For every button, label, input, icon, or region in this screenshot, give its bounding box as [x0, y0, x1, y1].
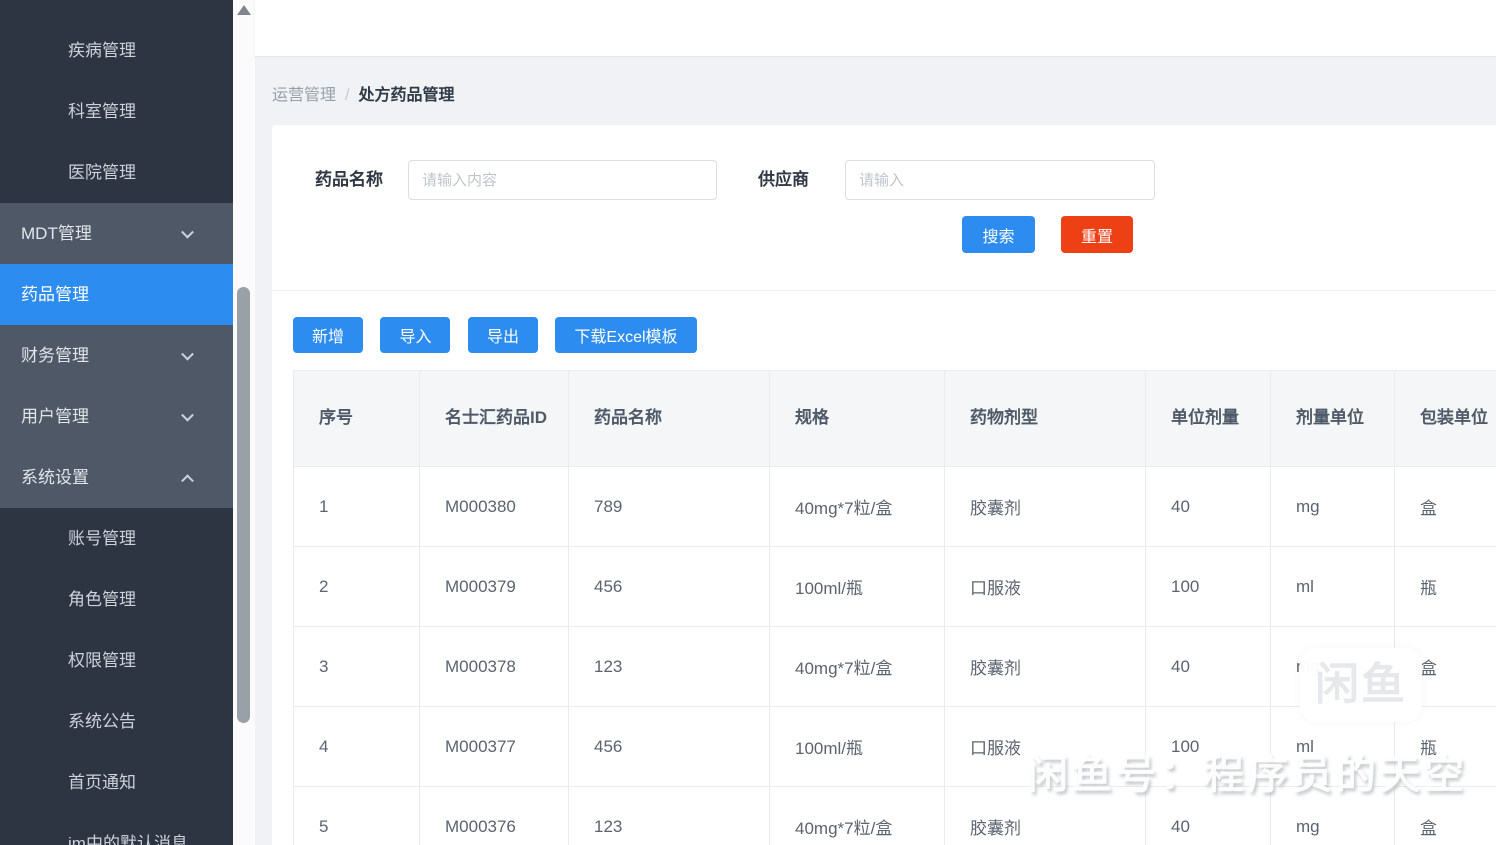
watermark-text: 闲鱼号：程序员的天空: [1028, 742, 1468, 800]
sidebar-item[interactable]: 系统设置: [0, 447, 233, 508]
breadcrumb: 运营管理 / 处方药品管理: [272, 81, 454, 105]
sidebar-item-label: 用户管理: [21, 407, 89, 426]
sidebar-item-label: 药品管理: [21, 285, 89, 304]
import-button[interactable]: 导入: [380, 317, 450, 353]
sidebar-item-label: 系统设置: [21, 468, 89, 487]
sidebar-item-label: 财务管理: [21, 346, 89, 365]
sidebar-submenu-item[interactable]: 权限管理: [0, 630, 233, 691]
sidebar-submenu-item[interactable]: im中的默认消息: [0, 813, 233, 845]
table-cell: ml: [1271, 547, 1395, 627]
sidebar-submenu-item[interactable]: 账号管理: [0, 508, 233, 569]
chevron-down-icon: [181, 408, 194, 421]
table-cell: M000378: [420, 627, 569, 707]
breadcrumb-separator: /: [345, 87, 349, 104]
table-cell: 3: [294, 627, 420, 707]
table-cell: 40mg*7粒/盒: [770, 627, 945, 707]
section-divider: [272, 290, 1496, 291]
table-cell: M000380: [420, 467, 569, 547]
export-button[interactable]: 导出: [468, 317, 538, 353]
table-cell: 456: [569, 547, 770, 627]
table-header-cell: 剂量单位: [1271, 371, 1395, 467]
table-header-cell: 药物剂型: [945, 371, 1146, 467]
table-cell: 40: [1146, 627, 1271, 707]
sidebar-submenu-item[interactable]: 疾病管理: [0, 20, 233, 81]
sidebar: 疾病管理科室管理医院管理 MDT管理药品管理财务管理用户管理系统设置 账号管理角…: [0, 0, 233, 845]
table-header-cell: 单位剂量: [1146, 371, 1271, 467]
table-cell: 100ml/瓶: [770, 707, 945, 787]
table-cell: mg: [1271, 467, 1395, 547]
table-cell: 瓶: [1395, 547, 1496, 627]
sidebar-submenu-item[interactable]: 首页通知: [0, 752, 233, 813]
table-cell: 5: [294, 787, 420, 845]
table-cell: M000379: [420, 547, 569, 627]
table-cell: 40mg*7粒/盒: [770, 787, 945, 845]
table-header-cell: 包装单位: [1395, 371, 1496, 467]
app-root: 疾病管理科室管理医院管理 MDT管理药品管理财务管理用户管理系统设置 账号管理角…: [0, 0, 1496, 845]
table-header-cell: 规格: [770, 371, 945, 467]
supplier-input[interactable]: [845, 160, 1155, 200]
add-button[interactable]: 新增: [293, 317, 363, 353]
table-cell: 40mg*7粒/盒: [770, 467, 945, 547]
table-row: 2M000379456100ml/瓶口服液100ml瓶: [294, 547, 1496, 627]
scroll-up-arrow-icon[interactable]: [237, 5, 251, 15]
sidebar-item-label: MDT管理: [21, 224, 92, 243]
download-template-button[interactable]: 下载Excel模板: [555, 317, 696, 353]
watermark-logo: 闲鱼: [1300, 648, 1422, 722]
table-cell: 100: [1146, 547, 1271, 627]
table-cell: 123: [569, 627, 770, 707]
sidebar-item[interactable]: 药品管理: [0, 264, 233, 325]
breadcrumb-parent[interactable]: 运营管理: [272, 87, 336, 104]
search-button[interactable]: 搜索: [962, 216, 1035, 253]
table-row: 1M00038078940mg*7粒/盒胶囊剂40mg盒: [294, 467, 1496, 547]
reset-button[interactable]: 重置: [1061, 216, 1133, 253]
table-cell: 盒: [1395, 467, 1496, 547]
chevron-up-icon: [181, 474, 194, 487]
table-cell: 胶囊剂: [945, 467, 1146, 547]
main-card: 药品名称 供应商 搜索 重置 新增 导入 导出 下载Excel模板: [272, 125, 1496, 845]
drug-name-input[interactable]: [408, 160, 717, 200]
table-cell: 40: [1146, 467, 1271, 547]
table-header-cell: 药品名称: [569, 371, 770, 467]
sidebar-item[interactable]: 用户管理: [0, 386, 233, 447]
content-area: 运营管理 / 处方药品管理 药品名称 供应商 搜索 重置 新增 导入 导出 下载Ex…: [255, 57, 1496, 845]
table-cell: 456: [569, 707, 770, 787]
sidebar-submenu-item[interactable]: 医院管理: [0, 142, 233, 203]
table-cell: 胶囊剂: [945, 627, 1146, 707]
table-cell: 123: [569, 787, 770, 845]
table-cell: 4: [294, 707, 420, 787]
sidebar-item[interactable]: MDT管理: [0, 203, 233, 264]
table-cell: 1: [294, 467, 420, 547]
sidebar-scrollbar[interactable]: [233, 0, 255, 845]
sidebar-submenu-bottom: 账号管理角色管理权限管理系统公告首页通知im中的默认消息: [0, 508, 233, 845]
drug-name-label: 药品名称: [315, 160, 383, 200]
table-cell: 口服液: [945, 547, 1146, 627]
watermark-logo-text: 闲鱼: [1315, 660, 1407, 709]
chevron-down-icon: [181, 225, 194, 238]
table-cell: 100ml/瓶: [770, 547, 945, 627]
sidebar-submenu-top: 疾病管理科室管理医院管理: [0, 0, 233, 203]
toolbar: 新增 导入 导出 下载Excel模板: [293, 317, 710, 353]
table-header-cell: 序号: [294, 371, 420, 467]
supplier-label: 供应商: [758, 160, 809, 200]
table-cell: M000377: [420, 707, 569, 787]
sidebar-main-items: MDT管理药品管理财务管理用户管理系统设置: [0, 203, 233, 508]
topbar: [255, 0, 1496, 57]
scrollbar-thumb[interactable]: [237, 287, 250, 723]
chevron-down-icon: [181, 347, 194, 360]
breadcrumb-current: 处方药品管理: [358, 87, 454, 104]
drug-table-header-row: 序号名士汇药品ID药品名称规格药物剂型单位剂量剂量单位包装单位: [294, 371, 1496, 467]
table-header-cell: 名士汇药品ID: [420, 371, 569, 467]
sidebar-item[interactable]: 财务管理: [0, 325, 233, 386]
table-cell: 789: [569, 467, 770, 547]
sidebar-submenu-item[interactable]: 科室管理: [0, 81, 233, 142]
table-cell: 2: [294, 547, 420, 627]
table-cell: M000376: [420, 787, 569, 845]
sidebar-submenu-item[interactable]: 角色管理: [0, 569, 233, 630]
sidebar-submenu-item[interactable]: 系统公告: [0, 691, 233, 752]
